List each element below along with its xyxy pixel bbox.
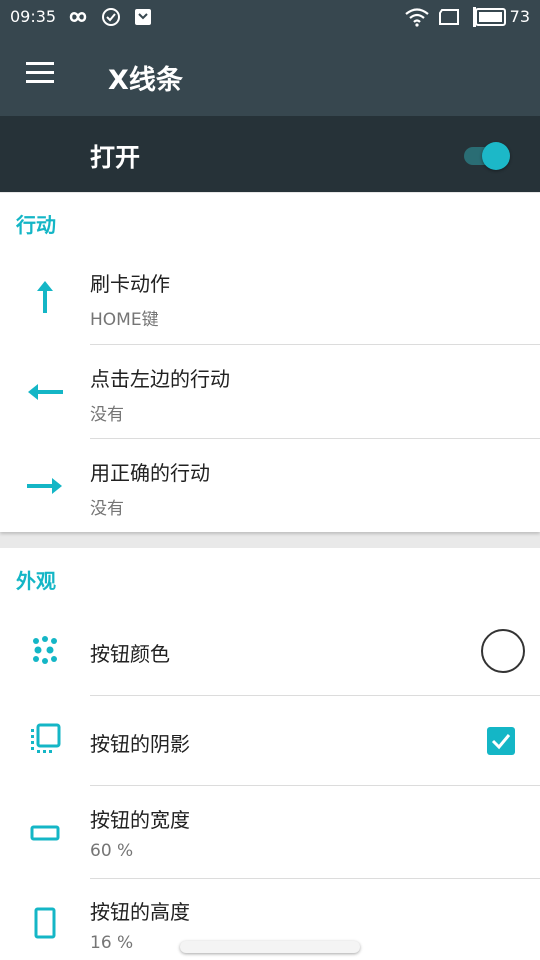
height-icon [34, 907, 56, 939]
list-item-tap-left-action[interactable]: 点击左边的行动 没有 [0, 345, 540, 439]
item-title: 按钮的阴影 [90, 732, 190, 756]
shadow-icon [31, 723, 61, 753]
hamburger-menu-icon[interactable] [26, 62, 58, 88]
battery-level: 73 [509, 7, 530, 26]
screen-rotation-icon [439, 9, 459, 25]
master-toggle-switch[interactable] [464, 140, 512, 170]
check-icon [491, 734, 511, 750]
item-subtitle: 没有 [90, 405, 124, 425]
section-title-actions: 行动 [16, 213, 56, 237]
switch-thumb [482, 142, 510, 170]
status-bar: 09:35 73 [0, 0, 540, 34]
list-item-button-width[interactable]: 按钮的宽度 60 % [0, 786, 540, 878]
battery-icon [473, 7, 506, 27]
status-time: 09:35 [10, 7, 57, 26]
item-subtitle: HOME键 [90, 310, 159, 330]
width-icon [30, 825, 60, 841]
arrow-up-icon [37, 281, 53, 313]
item-title: 按钮颜色 [90, 642, 170, 666]
item-subtitle: 60 % [90, 841, 134, 861]
shield-icon [135, 9, 151, 25]
app-bar: X线条 [0, 34, 540, 116]
item-title: 按钮的高度 [90, 900, 190, 924]
list-item-swipe-action[interactable]: 刷卡动作 HOME键 [0, 250, 540, 345]
arrow-left-icon [28, 384, 63, 400]
section-title-appearance: 外观 [16, 569, 56, 593]
item-subtitle: 16 % [90, 933, 134, 953]
actions-card: 行动 刷卡动作 HOME键 点击左边的行动 没有 用正确的行动 没有 [0, 193, 540, 532]
color-circle[interactable] [481, 629, 525, 673]
master-switch-bar[interactable]: 打开 [0, 116, 540, 192]
item-title: 点击左边的行动 [90, 367, 230, 391]
palette-dots-icon [33, 636, 57, 664]
check-circle-icon [102, 8, 120, 26]
gesture-nav-handle[interactable] [180, 941, 360, 953]
item-subtitle: 没有 [90, 499, 124, 519]
list-item-button-color[interactable]: 按钮颜色 [0, 605, 540, 695]
appearance-card: 外观 按钮颜色 按钮的阴影 按钮的宽度 60 % 按钮的高度 16 % [0, 548, 540, 960]
list-item-tap-right-action[interactable]: 用正确的行动 没有 [0, 439, 540, 532]
item-title: 刷卡动作 [90, 272, 170, 296]
list-item-button-shadow[interactable]: 按钮的阴影 [0, 696, 540, 785]
master-switch-label: 打开 [90, 143, 141, 172]
wifi-icon [405, 8, 429, 27]
item-title: 用正确的行动 [90, 461, 210, 485]
infinity-icon [69, 12, 87, 22]
shadow-checkbox[interactable] [487, 727, 515, 755]
app-title: X线条 [108, 65, 183, 96]
arrow-right-icon [27, 478, 62, 494]
item-title: 按钮的宽度 [90, 808, 190, 832]
